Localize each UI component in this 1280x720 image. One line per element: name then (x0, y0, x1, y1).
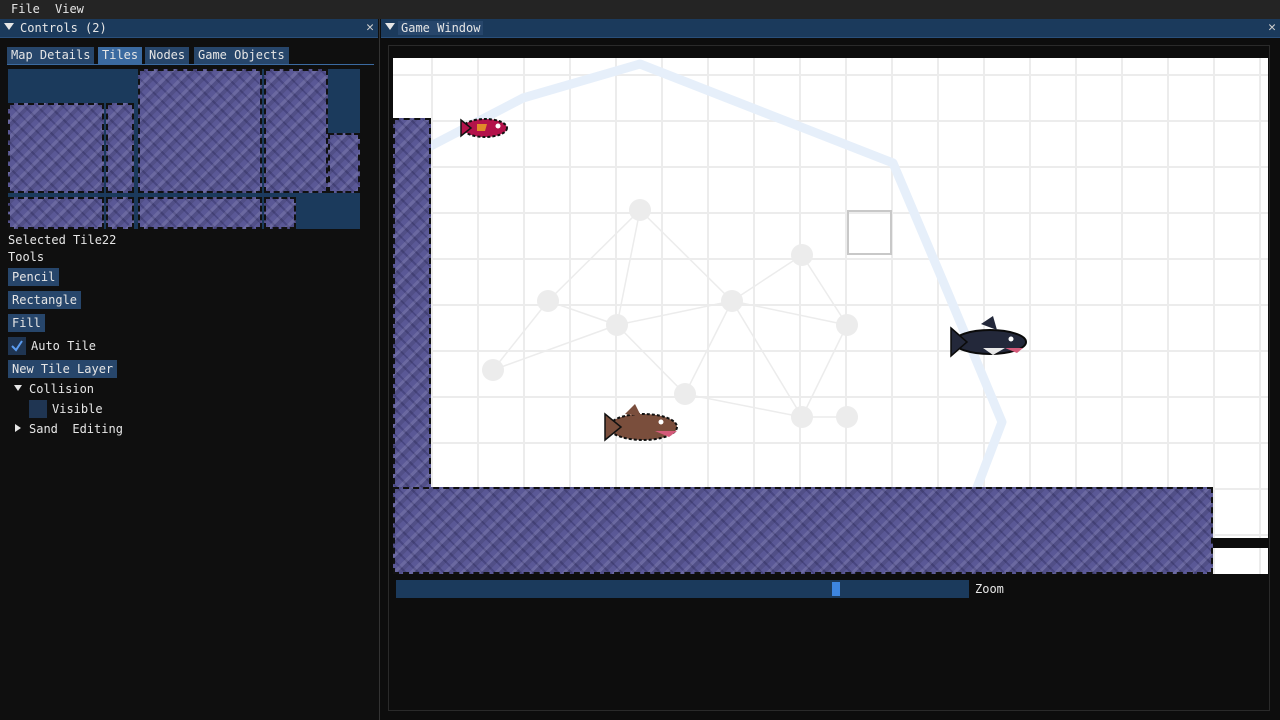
node[interactable] (721, 290, 743, 312)
new-tile-layer-button[interactable]: New Tile Layer (8, 360, 118, 378)
node[interactable] (836, 314, 858, 336)
brown-shark[interactable] (604, 404, 678, 442)
zoom-label: Zoom (975, 582, 1004, 596)
fill-button[interactable]: Fill (8, 314, 45, 332)
ground (393, 487, 1213, 574)
game-viewport[interactable] (393, 58, 1268, 574)
tab-game-objects[interactable]: Game Objects (194, 47, 289, 64)
controls-titlebar[interactable]: Controls (2) ✕ (0, 19, 378, 38)
close-icon[interactable]: ✕ (1268, 20, 1276, 35)
tile-block[interactable] (328, 133, 360, 193)
layer-sand[interactable]: Sand Editing (29, 422, 123, 436)
tile-block[interactable] (8, 103, 104, 193)
rectangle-button[interactable]: Rectangle (8, 291, 82, 309)
menu-file[interactable]: File (11, 2, 40, 16)
game-window-titlebar[interactable]: Game Window ✕ (381, 19, 1280, 38)
node[interactable] (674, 383, 696, 405)
tab-nodes[interactable]: Nodes (145, 47, 190, 64)
node[interactable] (482, 359, 504, 381)
close-icon[interactable]: ✕ (366, 20, 374, 35)
visible-checkbox[interactable] (29, 400, 47, 418)
ledge (1213, 538, 1268, 548)
tile-block[interactable] (264, 197, 296, 229)
node[interactable] (537, 290, 559, 312)
auto-tile-label: Auto Tile (31, 339, 97, 353)
controls-title: Controls (2) (20, 21, 107, 35)
expand-down-icon[interactable] (14, 385, 22, 391)
game-window-title: Game Window (398, 21, 484, 35)
collapse-icon[interactable] (385, 23, 395, 30)
node[interactable] (836, 406, 858, 428)
tab-tiles[interactable]: Tiles (98, 47, 143, 64)
zoom-slider[interactable] (396, 580, 969, 598)
checkmark-icon (11, 340, 23, 352)
tab-underline (7, 64, 374, 65)
tile-block[interactable] (264, 69, 328, 193)
node-graph (492, 209, 848, 418)
tools-label: Tools (8, 250, 45, 264)
node[interactable] (629, 199, 651, 221)
collapse-icon[interactable] (4, 23, 14, 30)
auto-tile-checkbox[interactable] (8, 337, 26, 355)
node[interactable] (791, 406, 813, 428)
node[interactable] (791, 244, 813, 266)
selected-tile-label: Selected Tile22 (8, 233, 117, 247)
menu-view[interactable]: View (55, 2, 84, 16)
tileset-preview[interactable] (8, 69, 360, 229)
node[interactable] (606, 314, 628, 336)
expand-right-icon[interactable] (15, 424, 21, 432)
tile-block[interactable] (106, 197, 134, 229)
visible-label: Visible (52, 402, 103, 416)
tab-map-details[interactable]: Map Details (7, 47, 95, 64)
pencil-button[interactable]: Pencil (8, 268, 60, 286)
tile-block[interactable] (138, 69, 262, 193)
tile-block[interactable] (8, 197, 104, 229)
menu-bar: File View (0, 0, 1280, 19)
layer-collision[interactable]: Collision (29, 382, 94, 396)
tile-cursor (847, 210, 892, 255)
tile-block[interactable] (138, 197, 262, 229)
zoom-slider-grab[interactable] (832, 582, 840, 596)
tile-block[interactable] (106, 103, 134, 193)
